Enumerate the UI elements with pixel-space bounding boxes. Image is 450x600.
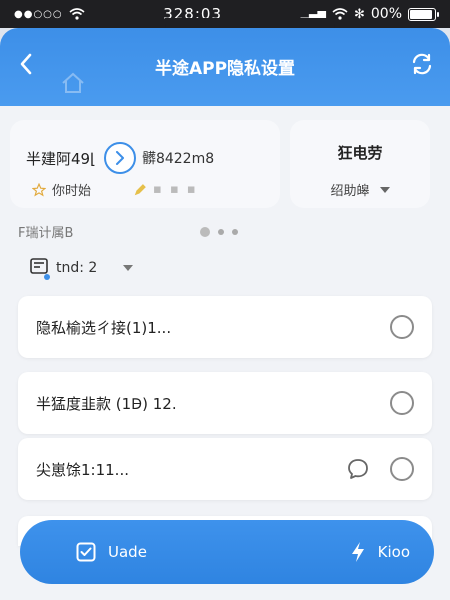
list-item[interactable]: 尖崽馀1:11... xyxy=(18,438,432,500)
list-item-radio[interactable] xyxy=(390,315,414,339)
dot xyxy=(200,227,210,237)
list-item-text: 隐私榆选ㄔ接(1)1... xyxy=(36,318,172,337)
battery-fill xyxy=(410,9,432,19)
dot xyxy=(232,229,238,235)
caret-down-icon xyxy=(123,265,134,271)
device-code: 髒8422m8 xyxy=(141,151,215,167)
update-button[interactable]: Uade xyxy=(76,542,147,562)
page-title: 半途APP隐私设置 xyxy=(154,59,296,79)
side-card-select-value: 绍助皞 xyxy=(330,184,370,199)
section-dots xyxy=(200,227,238,237)
filter-dropdown[interactable]: tnd: 2 xyxy=(30,258,134,280)
list-item-radio[interactable] xyxy=(390,457,414,481)
wifi-icon xyxy=(69,8,85,20)
side-card[interactable]: 狂电劳 绍助皞 xyxy=(290,120,430,208)
account-arrow-button[interactable] xyxy=(103,142,136,174)
section-label: F瑞计属B xyxy=(18,226,74,241)
dot xyxy=(218,229,224,235)
side-card-title: 狂电劳 xyxy=(337,144,383,162)
status-left: ●●○○○ xyxy=(14,8,85,20)
lightning-icon xyxy=(351,542,364,562)
filter-badge xyxy=(44,274,50,280)
filter-icon xyxy=(30,258,50,280)
checkbox-icon xyxy=(76,542,96,562)
pencil-icon xyxy=(134,183,146,195)
quick-button[interactable]: Kioo xyxy=(350,541,410,563)
account-card[interactable]: 半建阿49⌊ 髒8422m8 你时始 ▪ ▪ ▪ xyxy=(10,120,280,208)
chevron-right-icon xyxy=(115,151,124,165)
list-item-text: 尖崽馀1:11... xyxy=(36,460,129,479)
account-row: 半建阿49⌊ 髒8422m8 xyxy=(26,142,214,174)
filter-label: tnd: 2 xyxy=(56,260,98,276)
battery-percent: 00% xyxy=(370,6,402,22)
faded-tag: ▪ ▪ ▪ xyxy=(133,182,198,197)
refresh-icon xyxy=(412,53,432,75)
list-item[interactable]: 半猛度韭款 (1Ꟈ) 12. xyxy=(18,372,432,434)
refresh-button[interactable] xyxy=(408,50,436,78)
header: 半途APP隐私设置 xyxy=(0,28,450,106)
account-tags: 你时始 ▪ ▪ ▪ xyxy=(32,180,198,199)
account-tag: 你时始 xyxy=(52,184,92,199)
account-name: 半建阿49⌊ xyxy=(26,149,96,168)
list-item-radio[interactable] xyxy=(390,391,414,415)
signal-icon: ●●○○○ xyxy=(14,8,63,20)
star-icon xyxy=(32,182,46,197)
battery-icon xyxy=(408,7,439,21)
side-card-dropdown[interactable]: 绍助皞 xyxy=(290,180,430,199)
caret-down-icon xyxy=(379,186,390,193)
quick-button-label: Kioo xyxy=(377,543,410,561)
update-button-label: Uade xyxy=(108,543,147,561)
chat-bubble-icon[interactable] xyxy=(346,457,370,481)
bottom-action-bar: Uade Kioo xyxy=(20,520,434,584)
bluetooth-icon: ✻ xyxy=(353,6,365,22)
list-item-text: 半猛度韭款 (1Ꟈ) 12. xyxy=(36,394,177,413)
list-item[interactable]: 隐私榆选ㄔ接(1)1... xyxy=(18,296,432,358)
faded-tag-text: ▪ ▪ ▪ xyxy=(153,182,198,197)
